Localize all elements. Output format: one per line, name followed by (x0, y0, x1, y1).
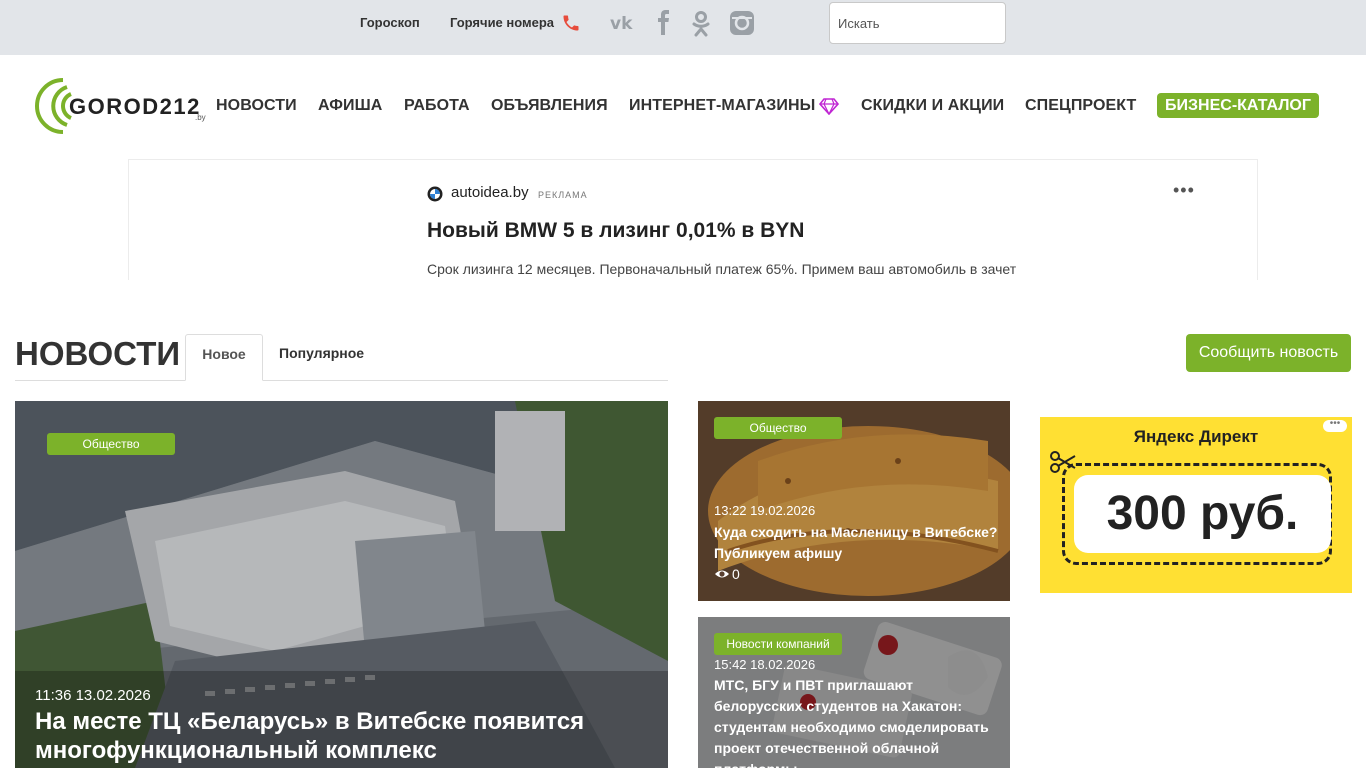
article-headline[interactable]: На месте ТЦ «Беларусь» в Витебске появит… (35, 707, 655, 765)
ad-text: Срок лизинга 12 месяцев. Первоначальный … (427, 261, 1017, 277)
facebook-icon[interactable] (650, 9, 678, 37)
article-time: 13:22 19.02.2026 (714, 503, 816, 518)
business-catalog-button[interactable]: БИЗНЕС-КАТАЛОГ (1157, 93, 1319, 118)
top-bar: Гороскоп Горячие номера vk (0, 0, 1366, 55)
nav-discounts[interactable]: СКИДКИ И АКЦИИ (861, 97, 1004, 115)
ad-domain[interactable]: autoidea.by (451, 184, 529, 201)
nav-classifieds[interactable]: ОБЪЯВЛЕНИЯ (491, 97, 608, 115)
nav-special-project[interactable]: СПЕЦПРОЕКТ (1025, 97, 1136, 115)
article-headline[interactable]: Куда сходить на Масленицу в Витебске? Пу… (714, 522, 999, 564)
category-badge[interactable]: Новости компаний (714, 633, 842, 655)
ad-title[interactable]: Новый BMW 5 в лизинг 0,01% в BYN (427, 219, 804, 243)
nav-news[interactable]: НОВОСТИ (216, 97, 297, 115)
eye-icon (715, 570, 729, 578)
odnoklassniki-icon[interactable] (687, 9, 715, 37)
view-count: 0 (732, 566, 740, 582)
side-article-card-2[interactable]: Новости компаний 15:42 18.02.2026 МТС, Б… (698, 617, 1010, 768)
hotlines-link[interactable]: Горячие номера (450, 15, 554, 30)
nav-online-shops[interactable]: ИНТЕРНЕТ-МАГАЗИНЫ (629, 97, 815, 115)
instagram-icon[interactable] (728, 9, 756, 37)
article-headline[interactable]: МТС, БГУ и ПВТ приглашают белорусских ст… (714, 675, 999, 768)
ad-price: 300 руб. (1074, 475, 1331, 553)
main-article-card[interactable]: Общество 11:36 13.02.2026 На месте ТЦ «Б… (15, 401, 668, 768)
vk-icon[interactable]: vk (609, 9, 637, 37)
report-news-button[interactable]: Сообщить новость (1186, 334, 1351, 372)
logo-suffix: .by (195, 113, 206, 122)
article-time: 11:36 13.02.2026 (35, 687, 151, 704)
phone-icon[interactable] (561, 13, 581, 33)
category-badge[interactable]: Общество (47, 433, 175, 455)
ad-label: РЕКЛАМА (538, 190, 588, 200)
scissors-icon (1050, 451, 1076, 473)
news-section-title: НОВОСТИ (15, 335, 181, 372)
nav-afisha[interactable]: АФИША (318, 97, 382, 115)
svg-text:vk: vk (610, 14, 633, 34)
tab-popular[interactable]: Популярное (279, 345, 364, 361)
search-input[interactable] (829, 2, 1006, 44)
category-badge[interactable]: Общество (714, 417, 842, 439)
gorod212-logo[interactable]: GOROD212 .by (35, 74, 215, 136)
yandex-direct-ad[interactable]: Яндекс Директ ••• 300 руб. (1040, 417, 1352, 593)
tab-new[interactable]: Новое (185, 334, 263, 381)
nav-jobs[interactable]: РАБОТА (404, 97, 470, 115)
ad-banner[interactable]: autoidea.by РЕКЛАМА ••• Новый BMW 5 в ли… (128, 159, 1258, 280)
bmw-icon (427, 186, 443, 202)
ad-menu-icon[interactable]: ••• (1323, 419, 1347, 432)
article-time: 15:42 18.02.2026 (714, 657, 816, 672)
horoscope-link[interactable]: Гороскоп (360, 15, 420, 30)
yandex-direct-brand: Яндекс Директ (1133, 427, 1259, 446)
diamond-icon (819, 98, 839, 115)
side-article-card-1[interactable]: Общество 13:22 19.02.2026 Куда сходить н… (698, 401, 1010, 601)
ad-more-button[interactable]: ••• (1173, 180, 1195, 201)
logo-text: GOROD212 (69, 94, 201, 119)
tabs-divider (15, 380, 668, 381)
